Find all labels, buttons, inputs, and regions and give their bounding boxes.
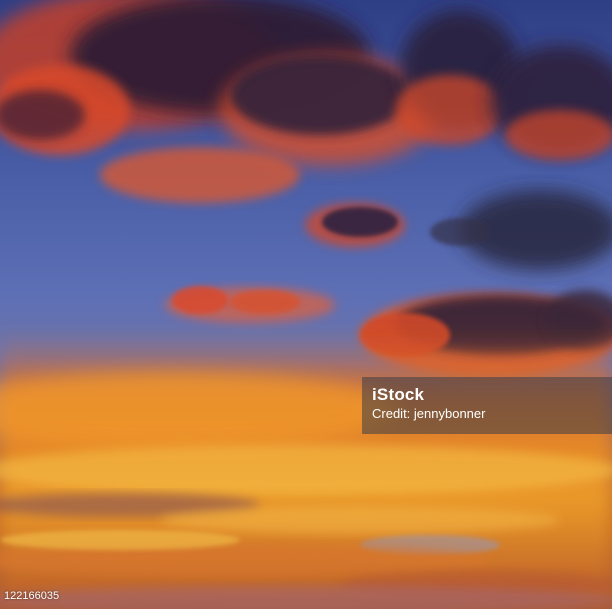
istock-watermark: iStock Credit: jennybonner bbox=[362, 377, 612, 434]
watermark-credit: Credit: jennybonner bbox=[372, 406, 486, 421]
sunset-sky-illustration bbox=[0, 0, 612, 609]
photo: iStock Credit: jennybonner 122166035 bbox=[0, 0, 612, 609]
mid-red-cloud bbox=[165, 286, 335, 323]
lower-glow-band bbox=[0, 330, 612, 609]
watermark-brand: iStock bbox=[372, 385, 425, 404]
upper-cloud-mass bbox=[0, 0, 612, 270]
image-id: 122166035 bbox=[4, 590, 60, 602]
